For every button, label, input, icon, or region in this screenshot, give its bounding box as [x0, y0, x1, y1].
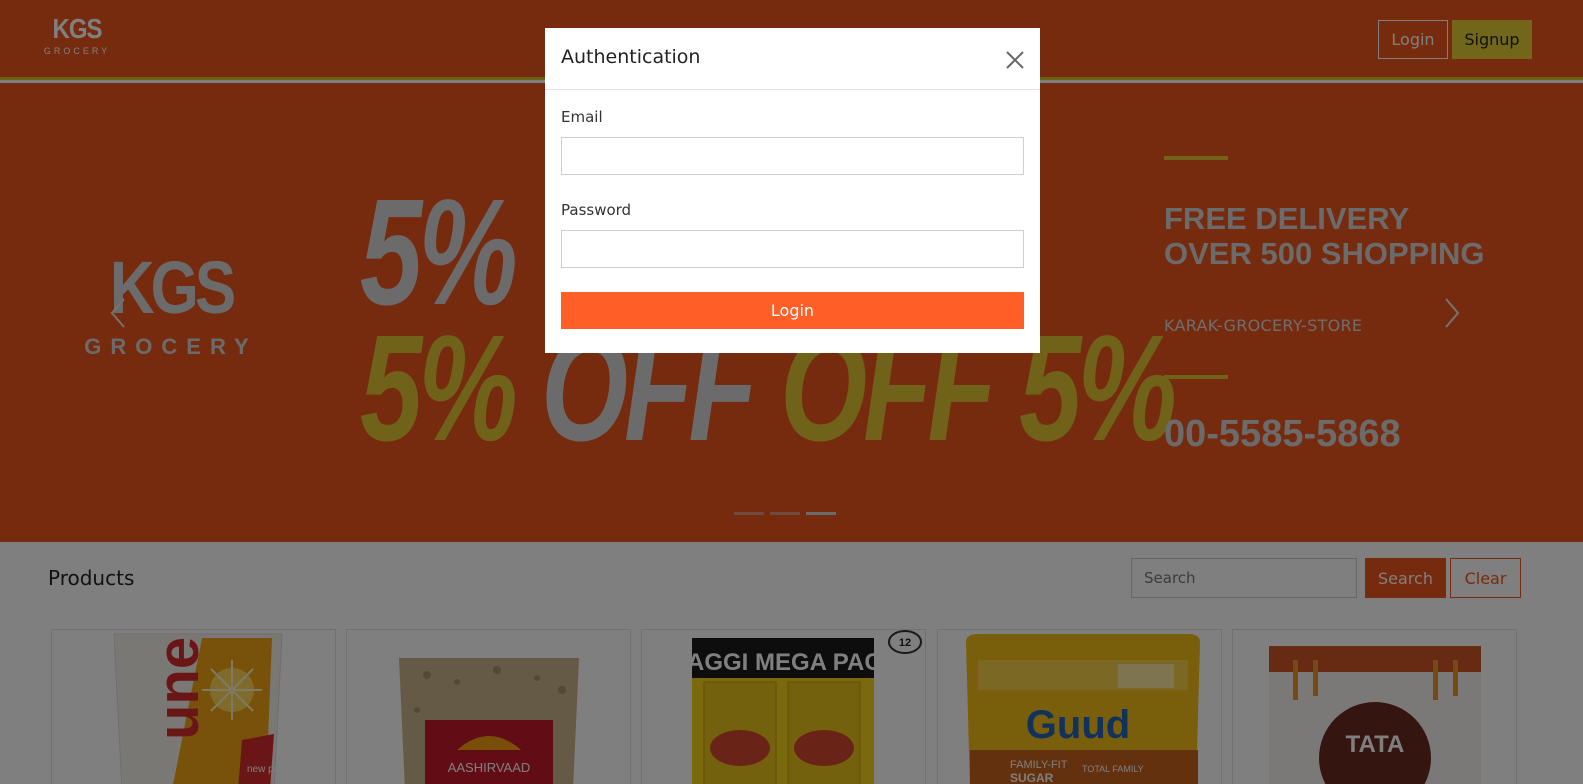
authentication-modal: Authentication Email Password Login — [545, 28, 1040, 353]
modal-header: Authentication — [545, 28, 1040, 90]
modal-login-button[interactable]: Login — [561, 292, 1024, 329]
close-icon — [1006, 51, 1024, 69]
modal-title: Authentication — [561, 46, 701, 68]
email-label: Email — [561, 108, 603, 126]
modal-close-button[interactable] — [1003, 48, 1027, 72]
password-label: Password — [561, 201, 632, 219]
password-field[interactable] — [561, 230, 1024, 268]
email-field[interactable] — [561, 137, 1024, 175]
